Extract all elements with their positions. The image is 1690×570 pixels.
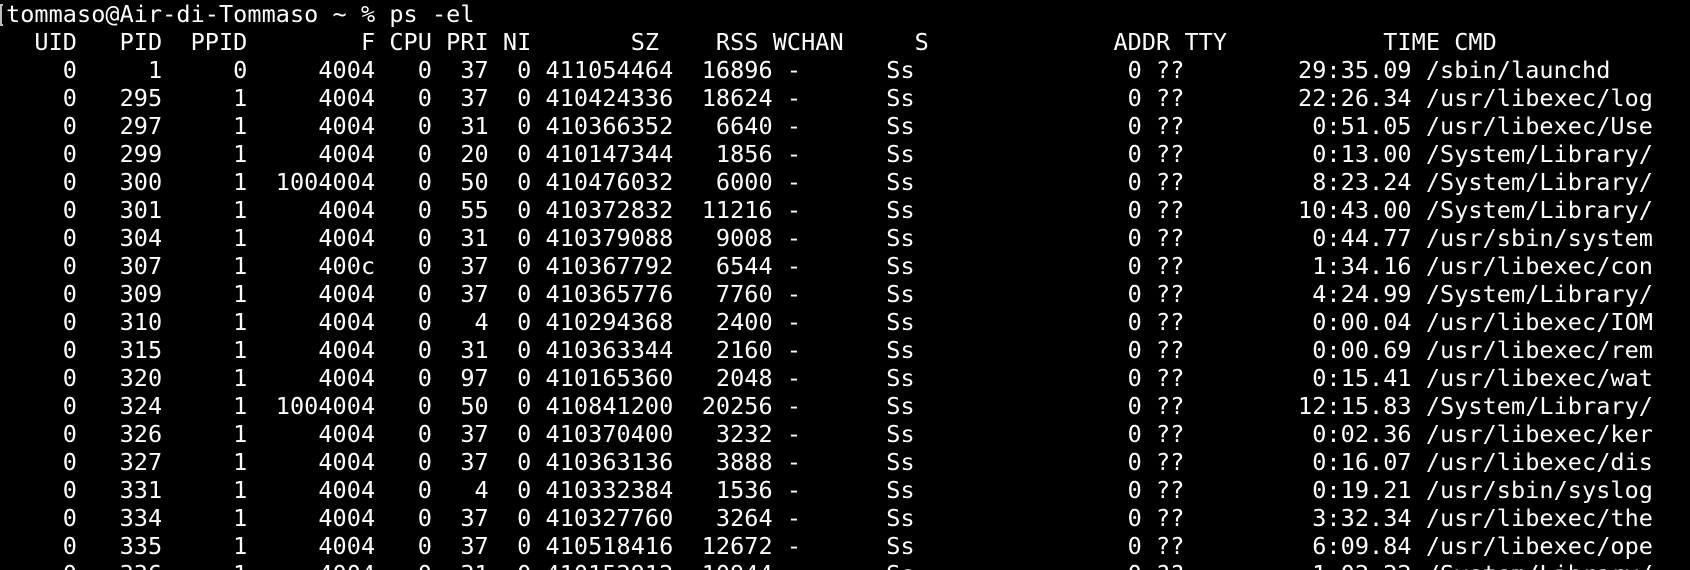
table-row: 0 301 1 4004 0 55 0 410372832 11216 - Ss…	[6, 196, 1653, 224]
table-row: 0 331 1 4004 0 4 0 410332384 1536 - Ss 0…	[6, 476, 1653, 504]
prompt-mark-icon	[0, 4, 3, 26]
table-row: 0 307 1 400c 0 37 0 410367792 6544 - Ss …	[6, 252, 1653, 280]
table-row: 0 334 1 4004 0 37 0 410327760 3264 - Ss …	[6, 504, 1653, 532]
table-row: 0 299 1 4004 0 20 0 410147344 1856 - Ss …	[6, 140, 1653, 168]
table-row: 0 320 1 4004 0 97 0 410165360 2048 - Ss …	[6, 364, 1653, 392]
table-header: UID PID PPID F CPU PRI NI SZ RSS WCHAN S…	[6, 28, 1497, 56]
prompt-line: tommaso@Air-di-Tommaso ~ % ps -el	[6, 0, 475, 28]
table-row: 0 295 1 4004 0 37 0 410424336 18624 - Ss…	[6, 84, 1653, 112]
terminal-output: tommaso@Air-di-Tommaso ~ % ps -el UID PI…	[6, 0, 1653, 570]
table-row: 0 304 1 4004 0 31 0 410379088 9008 - Ss …	[6, 224, 1653, 252]
table-row: 0 309 1 4004 0 37 0 410365776 7760 - Ss …	[6, 280, 1653, 308]
table-row: 0 310 1 4004 0 4 0 410294368 2400 - Ss 0…	[6, 308, 1653, 336]
table-row: 0 327 1 4004 0 37 0 410363136 3888 - Ss …	[6, 448, 1653, 476]
table-row: 0 315 1 4004 0 31 0 410363344 2160 - Ss …	[6, 336, 1653, 364]
table-row: 0 297 1 4004 0 31 0 410366352 6640 - Ss …	[6, 112, 1653, 140]
table-row: 0 335 1 4004 0 37 0 410518416 12672 - Ss…	[6, 532, 1653, 560]
table-row: 0 326 1 4004 0 37 0 410370400 3232 - Ss …	[6, 420, 1653, 448]
table-row: 0 324 1 1004004 0 50 0 410841200 20256 -…	[6, 392, 1653, 420]
table-row: 0 336 1 4004 0 31 0 410152912 10944 - Ss…	[6, 560, 1653, 570]
terminal-window[interactable]: tommaso@Air-di-Tommaso ~ % ps -el UID PI…	[0, 0, 1690, 570]
table-row: 0 1 0 4004 0 37 0 411054464 16896 - Ss 0…	[6, 56, 1611, 84]
table-row: 0 300 1 1004004 0 50 0 410476032 6000 - …	[6, 168, 1653, 196]
